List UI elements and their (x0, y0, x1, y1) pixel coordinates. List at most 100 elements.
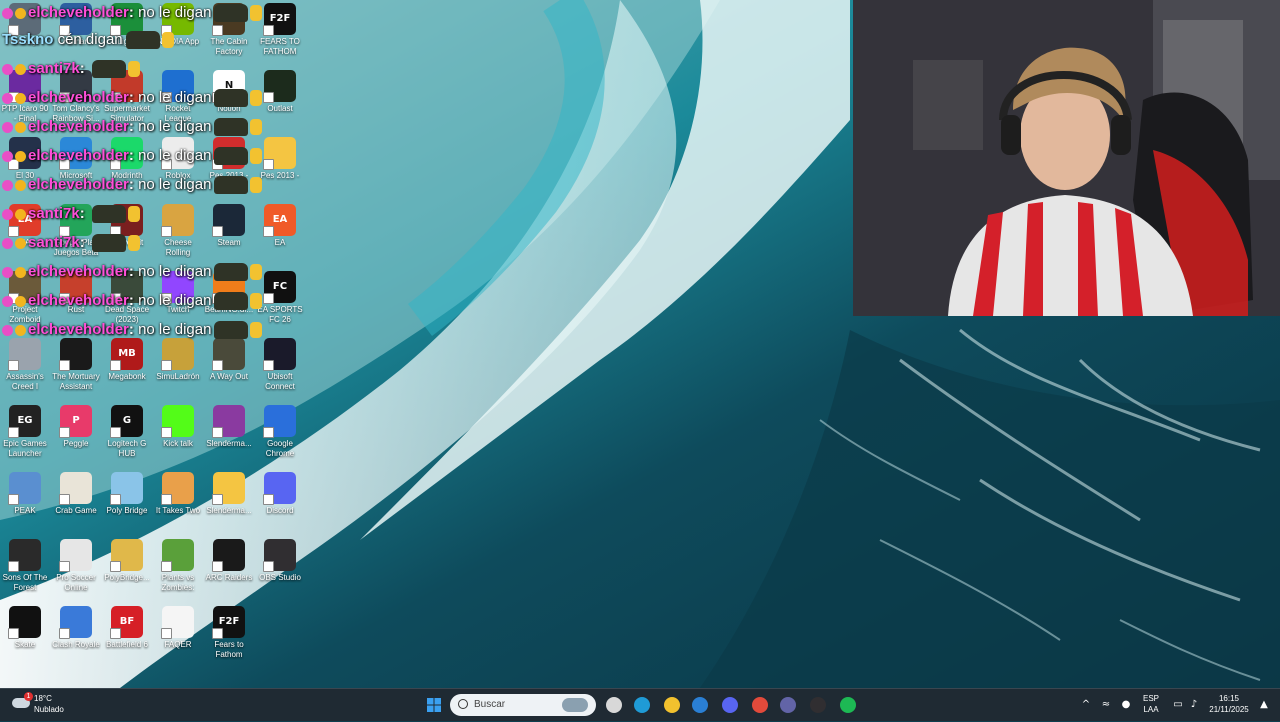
teams-icon (780, 697, 796, 713)
desktop-icon[interactable]: Plants vs Zombies: Re... (153, 539, 203, 593)
desktop-icon[interactable]: It Takes Two (153, 472, 203, 516)
kick-icon (161, 405, 194, 438)
chat-text: no le digan (138, 118, 212, 135)
desktop-icon[interactable]: PEAK (0, 472, 50, 516)
desktop-icon-label: Fears to Fathom (214, 640, 244, 659)
desktop-icon[interactable]: BF Battlefield 6 (102, 606, 152, 650)
network-icon[interactable]: ≈ (1096, 695, 1116, 715)
weather-condition: Nublado (34, 705, 64, 714)
desktop-icon[interactable]: Poly Bridge (102, 472, 152, 516)
chat-emote-icon (214, 176, 249, 195)
thumbs-up-emote-icon (127, 235, 140, 252)
subscriber-badge-icon (2, 208, 13, 220)
start-button[interactable] (424, 695, 444, 715)
desktop-icon[interactable]: P Peggle (51, 405, 101, 449)
desktop-icon-label: A Way Out (210, 372, 248, 381)
chat-emote-icon (91, 234, 126, 253)
taskbar-obs[interactable] (808, 695, 828, 715)
chat-text: cén digan (57, 31, 123, 48)
desktop-icon[interactable]: Kick talk (153, 405, 203, 449)
task-view-button[interactable] (604, 695, 624, 715)
desktop-icon-label: Peggle (63, 439, 89, 448)
desktop-icon-label: Skate (14, 640, 36, 649)
chrome-icon (263, 405, 296, 438)
chat-message: santi7k: (2, 203, 140, 225)
webcam-overlay (853, 0, 1280, 316)
weather-widget[interactable]: 1 18°C Nublado (6, 692, 76, 718)
peak-icon (8, 472, 41, 505)
chat-emote-icon (91, 205, 126, 224)
folder-icon (212, 472, 245, 505)
chat-text: no le digan (138, 176, 212, 193)
desktop-icon-label: Assassin's Creed I (6, 372, 44, 391)
taskbar-search-box[interactable]: Buscar (450, 694, 596, 716)
desktop-icon[interactable]: Slenderma... (204, 472, 254, 516)
chat-separator: : (128, 118, 139, 135)
desktop-icon[interactable]: PolyBridge... (102, 539, 152, 583)
desktop-icon[interactable]: Google Chrome (255, 405, 305, 459)
desktop-icon-label: PolyBridge... (104, 573, 150, 582)
desktop-icon[interactable]: OBS Studio (255, 539, 305, 583)
desktop-icon[interactable]: F2F Fears to Fathom (204, 606, 254, 660)
arc-raiders-icon (212, 539, 245, 572)
desktop-icon[interactable]: Skate (0, 606, 50, 650)
desktop-icon[interactable]: ARC Raiders (204, 539, 254, 583)
subscriber-badge-icon (2, 324, 13, 336)
moderator-badge-icon (15, 150, 26, 162)
desktop-icon[interactable]: Slenderma... (204, 405, 254, 449)
chat-message: Tsskno cén digan (2, 29, 174, 51)
desktop-icon-label: Logitech G HUB (107, 439, 147, 458)
desktop-icon-label: Plants vs Zombies: Re... (161, 573, 195, 592)
desktop-icon[interactable]: Crab Game (51, 472, 101, 516)
clash-royale-icon (59, 606, 92, 639)
desktop-icon[interactable]: EG Epic Games Launcher (0, 405, 50, 459)
microphone-icon[interactable]: ● (1116, 695, 1136, 715)
desktop-icon[interactable]: Clash Royale (51, 606, 101, 650)
volume-icon[interactable]: ♪ (1184, 695, 1204, 715)
moderator-badge-icon (15, 208, 26, 220)
chat-separator: : (128, 89, 139, 106)
desktop-icon[interactable]: Sons Of The Forest (0, 539, 50, 593)
skate-icon (8, 606, 41, 639)
desktop-icon[interactable]: Pro Soccer Online (51, 539, 101, 593)
chat-text: no le digan (138, 292, 212, 309)
desktop-icon[interactable]: G Logitech G HUB (102, 405, 152, 459)
taskbar-store[interactable] (690, 695, 710, 715)
tray-overflow-chevron-icon[interactable]: ^ (1076, 695, 1096, 715)
chat-message: elcheveholder: no le digan (2, 174, 263, 196)
folder-icon (110, 539, 143, 572)
search-placeholder: Buscar (474, 699, 506, 710)
desktop-icon-label: The Mortuary Assistant (52, 372, 100, 391)
chat-text: no le digan (138, 147, 212, 164)
chat-username: Tsskno (2, 31, 54, 48)
thumbs-up-emote-icon (250, 177, 263, 194)
taskbar-edge[interactable] (632, 695, 652, 715)
taskbar-spotify[interactable] (838, 695, 858, 715)
chat-emote-icon (214, 147, 249, 166)
chat-username: elcheveholder (28, 89, 129, 106)
epic-games-icon: EG (8, 405, 41, 438)
thumbs-up-emote-icon (127, 206, 140, 223)
subscriber-badge-icon (2, 237, 13, 249)
chat-message: elcheveholder: no le digan (2, 145, 263, 167)
search-highlight-icon (562, 698, 588, 712)
chat-emote-icon (125, 31, 160, 50)
desktop-icon-label: Slenderma... (206, 439, 252, 448)
peggle-icon: P (59, 405, 92, 438)
thumbs-up-emote-icon (250, 90, 263, 107)
taskbar-teams[interactable] (778, 695, 798, 715)
desktop-icon-label: It Takes Two (155, 506, 201, 515)
chat-emote-icon (214, 89, 249, 108)
file-icon (161, 606, 194, 639)
taskbar-discord[interactable] (720, 695, 740, 715)
desktop-icon-label: FAQER (164, 640, 192, 649)
taskbar-file-explorer[interactable] (662, 695, 682, 715)
chat-username: elcheveholder (28, 292, 129, 309)
desktop-icon[interactable]: Discord (255, 472, 305, 516)
chat-username: elcheveholder (28, 147, 129, 164)
taskbar-chrome[interactable] (750, 695, 770, 715)
poly-bridge-icon (110, 472, 143, 505)
desktop-icon[interactable]: FAQER (153, 606, 203, 650)
edge-icon (634, 697, 650, 713)
notification-bell-icon[interactable]: ▲ (1254, 695, 1274, 715)
